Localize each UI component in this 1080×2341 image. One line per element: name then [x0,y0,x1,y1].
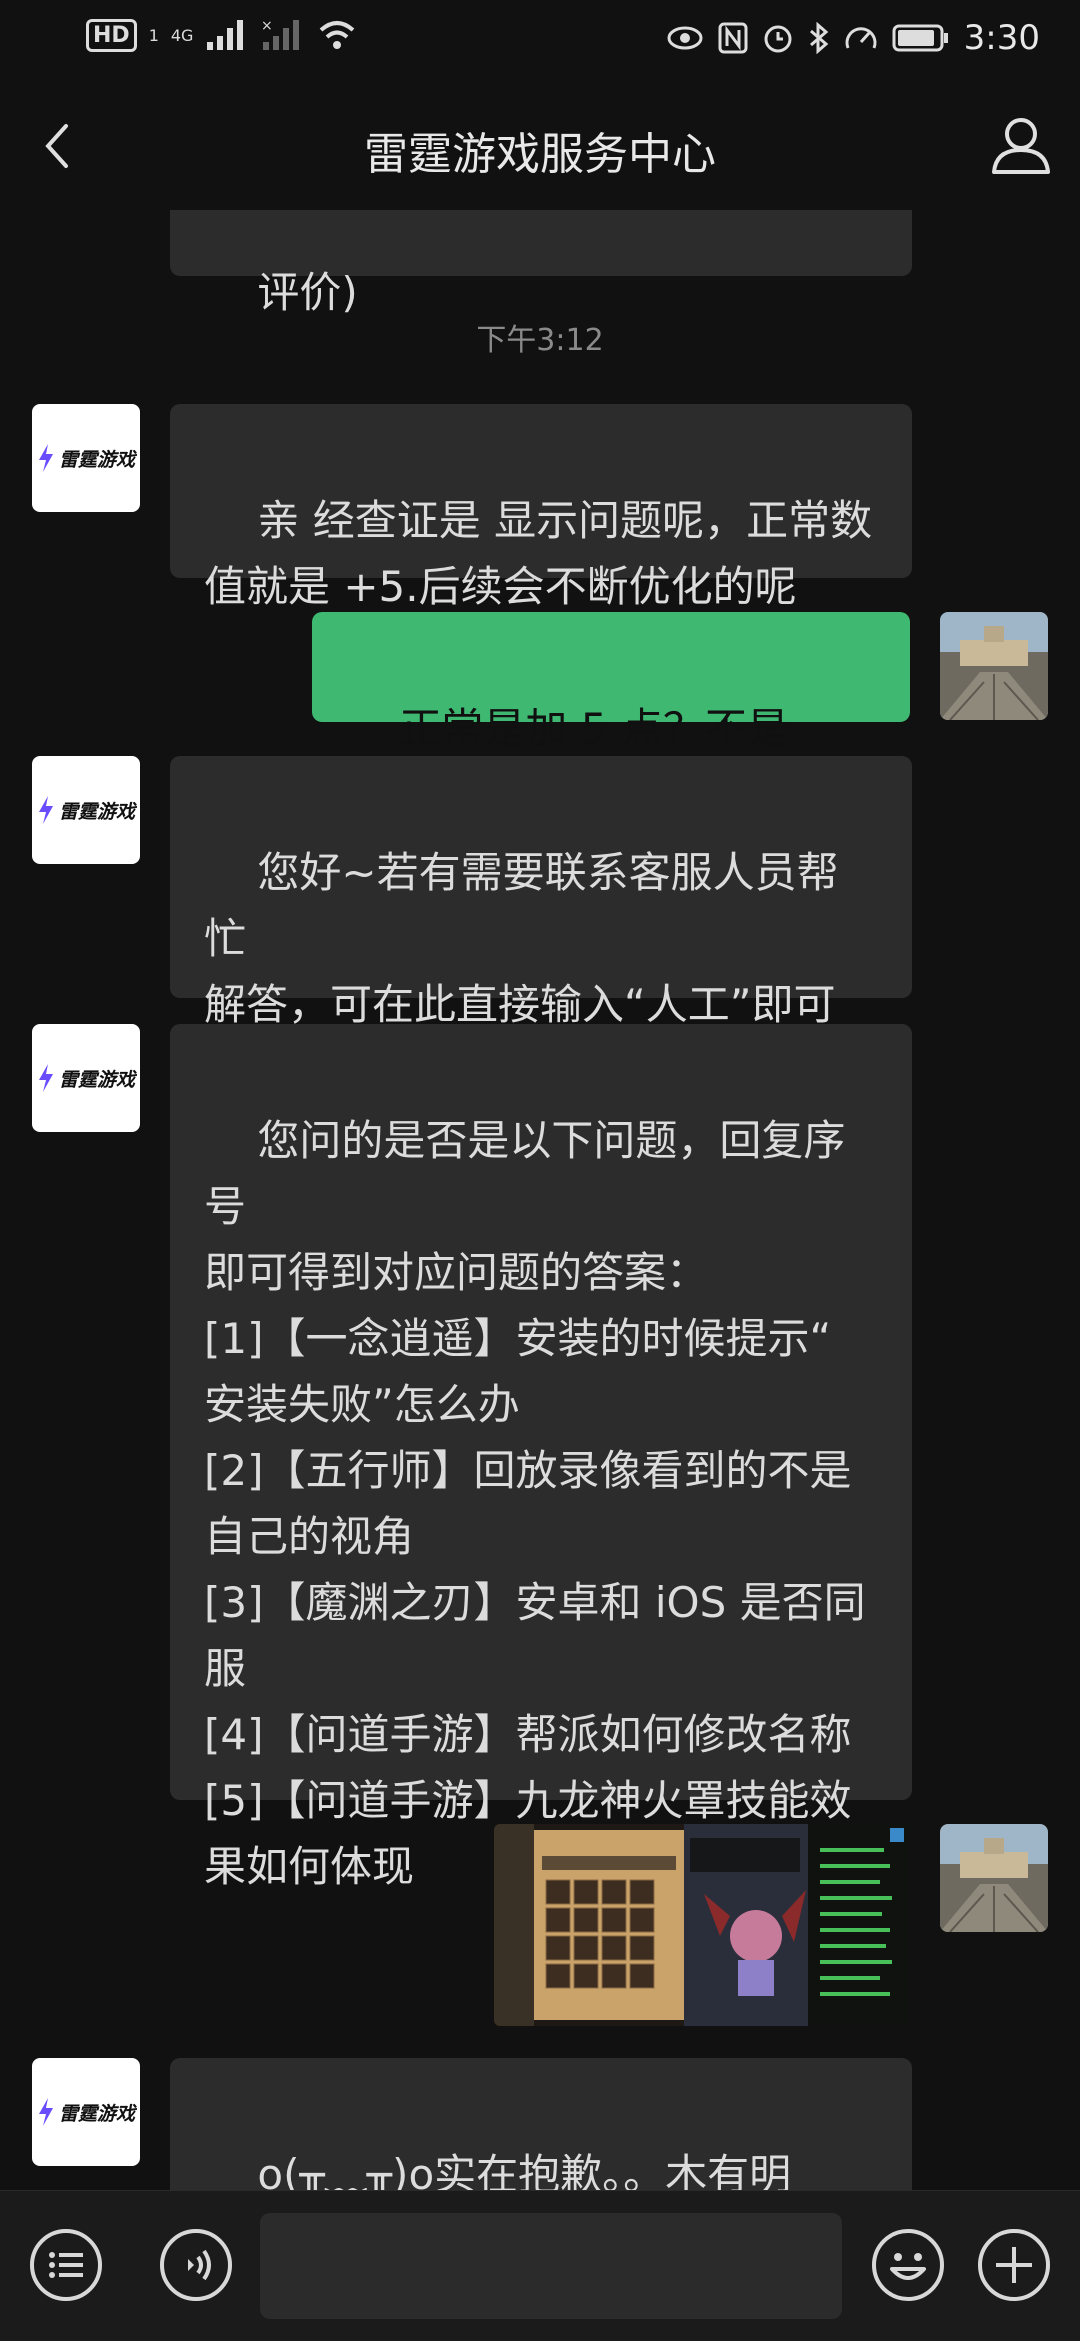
message-bubble[interactable]: 您问的是否是以下问题，回复序号 即可得到对应问题的答案： [1]【一念逍遥】安装… [170,1024,912,1891]
hd-badge: HD [86,18,137,52]
list-icon[interactable] [28,2227,104,2303]
bot-avatar[interactable]: 雷霆游戏 [32,1024,140,1132]
user-avatar[interactable] [940,612,1048,720]
message-input[interactable] [260,2213,842,2319]
chat-area[interactable]: 评价) 下午3:12 雷霆游戏 亲 经查证是 显示问题呢，正常数 值就是 +5.… [0,210,1080,2190]
wifi-icon [320,21,355,49]
lightning-logo-icon [38,796,53,824]
status-time: 3:30 [963,18,1040,58]
lightning-logo-icon [38,1064,53,1092]
message-text: 评价) [257,268,358,317]
user-avatar[interactable] [940,1824,1048,1932]
input-bar [0,2190,1080,2341]
signal-icon [207,20,244,50]
bluetooth-icon [809,22,828,54]
message-text: o(╥﹏╥)o实在抱歉。。木有明 白您所说的意思，可以尝试换一 [257,2150,792,2190]
battery-icon [892,24,948,52]
logo-text: 雷霆游戏 [58,448,135,471]
bot-avatar[interactable]: 雷霆游戏 [32,756,140,864]
message-bubble-partial[interactable]: 评价) [170,210,912,317]
voice-icon[interactable] [158,2227,234,2303]
speed-icon [845,27,877,49]
my-message-bubble[interactable]: 正常是加 5 点？不是 5%？ [312,612,910,819]
game-screenshot-image[interactable] [494,1824,908,2026]
alarm-icon [764,25,792,53]
status-right: 3:30 [666,18,1040,58]
lightning-logo-icon [38,2098,53,2126]
message-bubble[interactable]: o(╥﹏╥)o实在抱歉。。木有明 白您所说的意思，可以尝试换一 [170,2058,912,2190]
person-icon[interactable] [988,112,1054,178]
nfc-icon [718,22,748,54]
chat-header: 雷霆游戏服务中心 [0,80,1080,210]
lightning-logo-icon [38,444,53,472]
status-left: HD 1 4G × [86,18,357,52]
svg-text:×: × [261,18,273,34]
bot-avatar[interactable]: 雷霆游戏 [32,2058,140,2166]
message-timestamp: 下午3:12 [476,323,604,358]
logo-text: 雷霆游戏 [58,1068,135,1091]
plus-circle-icon[interactable] [976,2227,1052,2303]
logo-text: 雷霆游戏 [58,800,135,823]
page-title: 雷霆游戏服务中心 [364,129,716,180]
message-text: 亲 经查证是 显示问题呢，正常数 值就是 +5.后续会不断优化的呢 [204,496,873,611]
message-bubble[interactable]: 亲 经查证是 显示问题呢，正常数 值就是 +5.后续会不断优化的呢 [170,404,912,611]
eye-icon [667,26,703,50]
message-bubble[interactable]: 您好~若有需要联系客服人员帮忙 解答，可在此直接输入“人工”即可 直接联系上啦o… [170,756,912,1095]
emoji-icon[interactable] [870,2227,946,2303]
status-bar: HD 1 4G × 3:30 [0,0,1080,80]
network-type: 4G [170,25,194,45]
logo-text: 雷霆游戏 [58,2102,135,2125]
message-text: 您问的是否是以下问题，回复序号 即可得到对应问题的答案： [1]【一念逍遥】安装… [204,1116,866,1891]
hd-sub: 1 [148,25,159,45]
bot-avatar[interactable]: 雷霆游戏 [32,404,140,512]
signal-2-icon: × [261,18,300,50]
